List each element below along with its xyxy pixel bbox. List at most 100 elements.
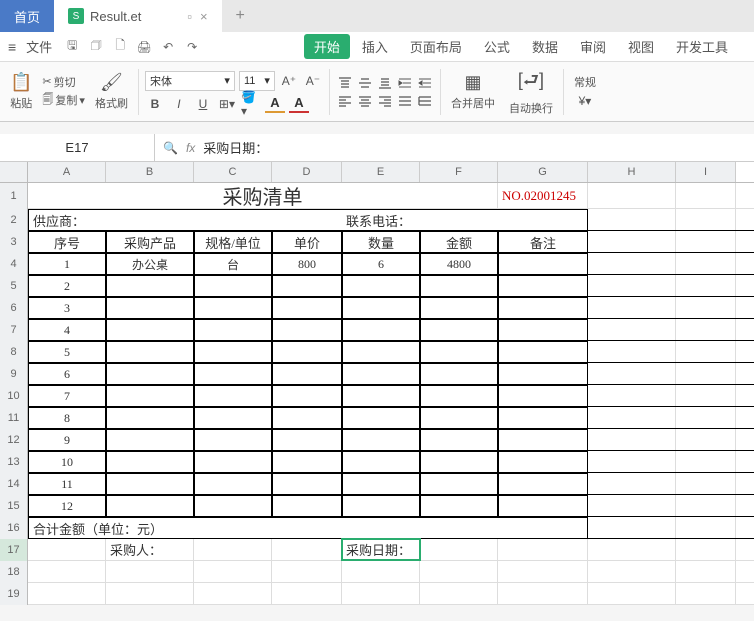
preview-icon[interactable]: 🗋 xyxy=(110,37,130,57)
cell-qty[interactable] xyxy=(342,385,420,406)
supplier-label[interactable]: 供应商： xyxy=(28,209,272,230)
cell-amt[interactable] xyxy=(420,385,498,406)
cell-prod[interactable] xyxy=(106,319,194,340)
tab-close-icon[interactable]: × xyxy=(200,9,208,24)
tab-menu-icon[interactable]: ▫ xyxy=(187,9,192,24)
cell-note[interactable] xyxy=(498,319,588,340)
tab-view[interactable]: 视图 xyxy=(618,34,664,59)
cell-spec[interactable]: 台 xyxy=(194,253,272,274)
redo-icon[interactable]: ↷ xyxy=(182,37,202,57)
cell-note[interactable] xyxy=(498,297,588,318)
cell-amt[interactable] xyxy=(420,297,498,318)
buyer-label[interactable]: 采购人： xyxy=(106,539,194,560)
col-G[interactable]: G xyxy=(498,162,588,182)
row-head-1[interactable]: 1 xyxy=(0,183,28,209)
file-menu[interactable]: 文件 xyxy=(20,35,58,58)
cell-note[interactable] xyxy=(498,385,588,406)
row-head-16[interactable]: 16 xyxy=(0,517,28,539)
font-name-select[interactable]: 宋体▾ xyxy=(145,71,235,91)
cell-amt[interactable] xyxy=(420,363,498,384)
tab-document[interactable]: S Result.et ▫ × xyxy=(54,0,222,32)
cell-amt[interactable] xyxy=(420,473,498,494)
cell-qty[interactable] xyxy=(342,407,420,428)
cell-prod[interactable] xyxy=(106,385,194,406)
row-head-3[interactable]: 3 xyxy=(0,231,28,253)
font-size-select[interactable]: 11▾ xyxy=(239,71,275,91)
phone-label[interactable]: 联系电话： xyxy=(342,209,588,230)
align-left-icon[interactable] xyxy=(336,93,354,109)
cell-spec[interactable] xyxy=(194,341,272,362)
font-color-button[interactable]: A xyxy=(289,95,309,113)
cell-spec[interactable] xyxy=(194,473,272,494)
copy-button[interactable]: 🗐复制▾ xyxy=(42,91,85,110)
cell-note[interactable] xyxy=(498,429,588,450)
cell-seq[interactable]: 7 xyxy=(28,385,106,406)
underline-button[interactable]: U xyxy=(193,95,213,113)
format-painter-group[interactable]: 🖌 格式刷 xyxy=(91,65,132,119)
cell-seq[interactable]: 10 xyxy=(28,451,106,472)
row-head[interactable]: 13 xyxy=(0,451,28,473)
cell-qty[interactable] xyxy=(342,495,420,516)
search-icon[interactable]: 🔍 xyxy=(163,141,178,155)
cell-price[interactable] xyxy=(272,341,342,362)
align-mid-icon[interactable] xyxy=(356,75,374,91)
cell-price[interactable] xyxy=(272,429,342,450)
cell-amt[interactable] xyxy=(420,275,498,296)
cell-qty[interactable] xyxy=(342,275,420,296)
cell-seq[interactable]: 8 xyxy=(28,407,106,428)
row-head-17[interactable]: 17 xyxy=(0,539,28,561)
align-bot-icon[interactable] xyxy=(376,75,394,91)
hdr-note[interactable]: 备注 xyxy=(498,231,588,252)
col-I[interactable]: I xyxy=(676,162,736,182)
row-head[interactable]: 5 xyxy=(0,275,28,297)
cell-prod[interactable] xyxy=(106,297,194,318)
cell-price[interactable] xyxy=(272,363,342,384)
italic-button[interactable]: I xyxy=(169,95,189,113)
pdate-cell[interactable]: 采购日期： xyxy=(342,539,420,560)
cell-qty[interactable] xyxy=(342,363,420,384)
tab-insert[interactable]: 插入 xyxy=(352,34,398,59)
tab-data[interactable]: 数据 xyxy=(522,34,568,59)
col-E[interactable]: E xyxy=(342,162,420,182)
cell-prod[interactable] xyxy=(106,275,194,296)
row-head[interactable]: 9 xyxy=(0,363,28,385)
cell-amt[interactable] xyxy=(420,495,498,516)
cell-note[interactable] xyxy=(498,451,588,472)
cell-price[interactable] xyxy=(272,451,342,472)
no-cell[interactable]: NO.02001245 xyxy=(498,183,588,208)
tab-layout[interactable]: 页面布局 xyxy=(400,34,472,59)
fill-color-button[interactable]: 🪣▾ xyxy=(241,95,261,113)
row-head-2[interactable]: 2 xyxy=(0,209,28,231)
cell-seq[interactable]: 6 xyxy=(28,363,106,384)
hdr-seq[interactable]: 序号 xyxy=(28,231,106,252)
cell-seq[interactable]: 3 xyxy=(28,297,106,318)
col-A[interactable]: A xyxy=(28,162,106,182)
cell-seq[interactable]: 5 xyxy=(28,341,106,362)
row-head[interactable]: 11 xyxy=(0,407,28,429)
cell-spec[interactable] xyxy=(194,319,272,340)
cell-prod[interactable] xyxy=(106,407,194,428)
row-head-18[interactable]: 18 xyxy=(0,561,28,583)
cell-amt[interactable] xyxy=(420,429,498,450)
hdr-spec[interactable]: 规格/单位 xyxy=(194,231,272,252)
cell-amt[interactable] xyxy=(420,451,498,472)
indent-dec-icon[interactable] xyxy=(416,75,434,91)
cell-note[interactable] xyxy=(498,473,588,494)
fx-icon[interactable]: fx xyxy=(186,141,195,155)
cell-qty[interactable] xyxy=(342,451,420,472)
font-grow-icon[interactable]: A⁺ xyxy=(279,72,299,90)
row-head[interactable]: 14 xyxy=(0,473,28,495)
cell-prod[interactable]: 办公桌 xyxy=(106,253,194,274)
align-center-icon[interactable] xyxy=(356,93,374,109)
cell-prod[interactable] xyxy=(106,429,194,450)
cell-qty[interactable] xyxy=(342,429,420,450)
col-D[interactable]: D xyxy=(272,162,342,182)
print2-icon[interactable]: 🖨 xyxy=(134,37,154,57)
title-cell[interactable]: 采购清单 xyxy=(28,183,498,208)
paste-group[interactable]: 📋 粘贴 xyxy=(6,65,36,119)
row-head[interactable]: 4 xyxy=(0,253,28,275)
dist-h-icon[interactable] xyxy=(396,93,414,109)
cell-prod[interactable] xyxy=(106,451,194,472)
font-shrink-icon[interactable]: A⁻ xyxy=(303,72,323,90)
cell-spec[interactable] xyxy=(194,451,272,472)
